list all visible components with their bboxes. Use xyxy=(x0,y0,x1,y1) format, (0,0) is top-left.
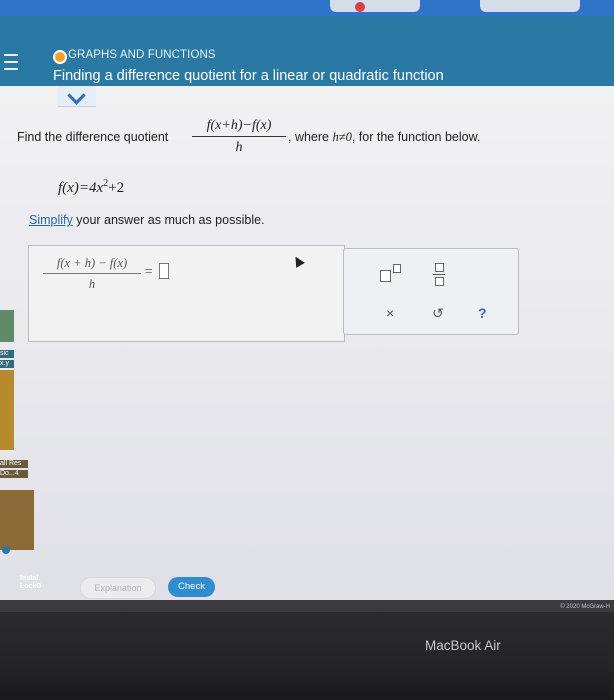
laptop-bezel: MacBook Air xyxy=(0,612,614,700)
side-text: sic xyxy=(0,350,14,358)
browser-screen: GRAPHS AND FUNCTIONS Finding a differenc… xyxy=(0,0,614,612)
explanation-button[interactable]: Explanation xyxy=(80,577,156,599)
answer-entry-slot[interactable] xyxy=(159,263,169,279)
side-text: x.y xyxy=(0,360,14,368)
progress-status-icon xyxy=(53,50,67,64)
topic-title: Finding a difference quotient for a line… xyxy=(53,68,444,84)
side-panel-brown xyxy=(0,490,34,550)
device-label: MacBook Air xyxy=(425,638,501,653)
browser-tab[interactable] xyxy=(330,0,420,12)
fraction-tool-icon[interactable] xyxy=(432,263,446,286)
condition-text: h≠0 xyxy=(332,130,352,144)
quotient-numerator: f(x+h)−f(x) xyxy=(206,118,272,133)
answer-numerator: f(x + h) − f(x) xyxy=(56,256,128,270)
equals-sign: = xyxy=(145,263,153,278)
footer-bar xyxy=(0,600,614,612)
side-install-text: Instal LockD xyxy=(20,575,42,590)
browser-tab[interactable] xyxy=(480,0,580,12)
difference-quotient-fraction: f(x+h)−f(x) h xyxy=(192,118,286,156)
undo-button[interactable]: ↺ xyxy=(432,305,444,322)
help-button[interactable]: ? xyxy=(478,305,487,321)
question-prompt: Find the difference quotient xyxy=(17,130,169,144)
browser-tab-strip xyxy=(0,0,614,16)
check-button[interactable]: Check xyxy=(168,577,215,597)
side-text: Do...4 xyxy=(0,470,28,478)
simplify-link[interactable]: Simplify xyxy=(29,213,73,227)
collapse-button[interactable] xyxy=(58,86,96,107)
fraction-bar xyxy=(192,136,286,137)
side-dot-icon xyxy=(2,546,10,554)
menu-icon[interactable] xyxy=(4,54,18,72)
copyright-text: © 2020 McGraw-H xyxy=(560,604,610,610)
quotient-denominator: h xyxy=(235,140,243,155)
exponent-tool-icon[interactable] xyxy=(380,264,402,282)
question-condition: , where h≠0, for the function below. xyxy=(288,130,481,144)
tab-favicon-icon xyxy=(355,2,365,12)
answer-denominator: h xyxy=(88,277,96,291)
answer-fraction: f(x + h) − f(x) h xyxy=(43,256,141,292)
topic-category: GRAPHS AND FUNCTIONS xyxy=(68,49,216,61)
side-panel-green xyxy=(0,310,14,342)
function-definition: f(x)=4x2+2 xyxy=(58,178,125,196)
side-panel-amber xyxy=(0,370,14,450)
topic-header: GRAPHS AND FUNCTIONS Finding a differenc… xyxy=(0,16,614,86)
instruction-text: Simplify your answer as much as possible… xyxy=(29,213,265,227)
clear-button[interactable]: × xyxy=(386,305,394,321)
background-window-edge: sic x.y all Res Do...4 xyxy=(0,310,34,570)
chevron-down-icon xyxy=(67,86,86,105)
fraction-bar xyxy=(43,273,141,274)
math-toolbar: × ↺ ? xyxy=(343,248,519,335)
side-text: all Res xyxy=(0,460,28,468)
